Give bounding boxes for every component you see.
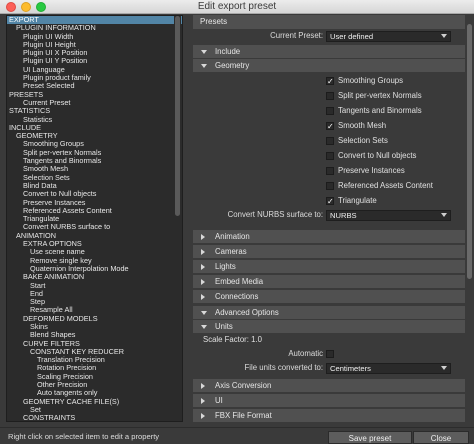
status-hint: Right click on selected item to edit a p… <box>8 432 160 441</box>
panel-scrollbar[interactable] <box>467 24 473 420</box>
collapse-icon <box>201 64 207 68</box>
chevron-down-icon <box>441 34 447 38</box>
option-checkbox[interactable] <box>326 107 334 115</box>
collapse-icon <box>201 311 207 315</box>
expand-icon <box>201 264 205 270</box>
geometry-option-row[interactable]: Smoothing Groups <box>193 73 465 89</box>
section-geometry-label: Geometry <box>215 61 250 70</box>
option-label: Referenced Assets Content <box>338 181 433 190</box>
collapse-icon <box>201 325 207 329</box>
option-label: Smooth Mesh <box>338 121 387 130</box>
option-checkbox[interactable] <box>326 137 334 145</box>
nurbs-value: NURBS <box>330 211 357 220</box>
option-label: Triangulate <box>338 196 377 205</box>
option-label: Tangents and Binormals <box>338 106 422 115</box>
section-include[interactable]: Include <box>193 45 465 58</box>
file-units-row: File units converted to: Centimeters <box>193 361 465 375</box>
file-units-label: File units converted to: <box>244 363 323 372</box>
collapse-icon <box>201 50 207 54</box>
nurbs-label: Convert NURBS surface to: <box>227 210 323 219</box>
current-preset-row: Current Preset: User defined <box>193 29 465 43</box>
option-label: Selection Sets <box>338 136 388 145</box>
section-animation[interactable]: Animation <box>193 230 465 243</box>
geometry-option-row[interactable]: Tangents and Binormals <box>193 103 465 118</box>
option-checkbox[interactable] <box>326 119 334 134</box>
save-preset-button[interactable]: Save preset <box>328 431 412 444</box>
section-lights[interactable]: Lights <box>193 260 465 273</box>
tree-item[interactable]: Rotation Precision <box>7 364 182 373</box>
section-axis-conversion[interactable]: Axis Conversion <box>193 379 465 392</box>
property-tree[interactable]: EXPORT PLUGIN INFORMATION Plugin UI Width P… <box>6 15 183 422</box>
option-label: Preserve Instances <box>338 166 405 175</box>
close-button[interactable]: Close <box>413 431 469 444</box>
file-units-dropdown[interactable]: Centimeters <box>326 363 451 374</box>
nurbs-row: Convert NURBS surface to: NURBS <box>193 208 465 222</box>
nurbs-dropdown[interactable]: NURBS <box>326 210 451 221</box>
geometry-option-row[interactable]: Smooth Mesh <box>193 118 465 134</box>
section-ui-label: UI <box>215 396 223 405</box>
expand-icon <box>201 249 205 255</box>
expand-icon <box>201 279 205 285</box>
automatic-checkbox[interactable] <box>326 350 334 358</box>
section-cameras[interactable]: Cameras <box>193 245 465 258</box>
expand-icon <box>201 383 205 389</box>
expand-icon <box>201 294 205 300</box>
option-checkbox[interactable] <box>326 167 334 175</box>
status-bar: Right click on selected item to edit a p… <box>0 427 474 444</box>
expand-icon <box>201 234 205 240</box>
tree-item[interactable]: Scaling Precision <box>7 372 182 381</box>
tree-scrollbar[interactable] <box>174 16 181 421</box>
tree-scrollbar-thumb[interactable] <box>175 16 180 216</box>
expand-icon <box>201 398 205 404</box>
section-fbx-file-format-label: FBX File Format <box>215 411 272 420</box>
tree-item[interactable]: CONSTRAINTS <box>7 413 182 421</box>
section-advanced-label: Advanced Options <box>215 308 279 317</box>
option-checkbox[interactable] <box>326 182 334 190</box>
scale-factor-text: Scale Factor: 1.0 <box>203 335 262 344</box>
window-title: Edit export preset <box>197 1 277 12</box>
geometry-option-row[interactable]: Preserve Instances <box>193 163 465 178</box>
option-label: Convert to Null objects <box>338 151 417 160</box>
geometry-option-row[interactable]: Triangulate <box>193 193 465 209</box>
title-bar: Edit export preset <box>0 0 474 14</box>
option-checkbox[interactable] <box>326 74 334 89</box>
section-connections[interactable]: Connections <box>193 290 465 303</box>
chevron-down-icon <box>441 213 447 217</box>
section-advanced-options[interactable]: Advanced Options <box>193 306 465 319</box>
section-animation-label: Animation <box>215 232 250 241</box>
section-connections-label: Connections <box>215 292 259 301</box>
geometry-option-row[interactable]: Convert to Null objects <box>193 148 465 163</box>
option-checkbox[interactable] <box>326 152 334 160</box>
presets-header: Presets <box>193 15 465 29</box>
automatic-row: Automatic <box>193 347 465 361</box>
section-fbx-file-format[interactable]: FBX File Format <box>193 409 465 422</box>
current-preset-label: Current Preset: <box>270 31 323 40</box>
geometry-option-row[interactable]: Split per-vertex Normals <box>193 88 465 103</box>
current-preset-dropdown[interactable]: User defined <box>326 31 451 42</box>
option-label: Split per-vertex Normals <box>338 91 422 100</box>
file-units-value: Centimeters <box>330 364 371 373</box>
option-label: Smoothing Groups <box>338 76 404 85</box>
section-axis-conversion-label: Axis Conversion <box>215 381 272 390</box>
expand-icon <box>201 413 205 419</box>
section-units-label: Units <box>215 322 233 331</box>
geometry-option-row[interactable]: Referenced Assets Content <box>193 178 465 193</box>
options-panel: Presets Current Preset: User defined Inc… <box>193 15 465 422</box>
section-cameras-label: Cameras <box>215 247 247 256</box>
automatic-label: Automatic <box>288 349 323 358</box>
section-include-label: Include <box>215 47 241 56</box>
section-geometry[interactable]: Geometry <box>193 59 465 72</box>
current-preset-value: User defined <box>330 32 374 41</box>
panel-scrollbar-thumb[interactable] <box>467 24 472 279</box>
section-embed-media[interactable]: Embed Media <box>193 275 465 288</box>
section-embed-media-label: Embed Media <box>215 277 264 286</box>
section-units[interactable]: Units <box>193 320 465 333</box>
option-checkbox[interactable] <box>326 92 334 100</box>
chevron-down-icon <box>441 366 447 370</box>
geometry-option-row[interactable]: Selection Sets <box>193 133 465 148</box>
section-lights-label: Lights <box>215 262 236 271</box>
option-checkbox[interactable] <box>326 194 334 209</box>
section-ui[interactable]: UI <box>193 394 465 407</box>
geometry-options: Smoothing Groups Split per-vertex Normals… <box>193 72 465 209</box>
